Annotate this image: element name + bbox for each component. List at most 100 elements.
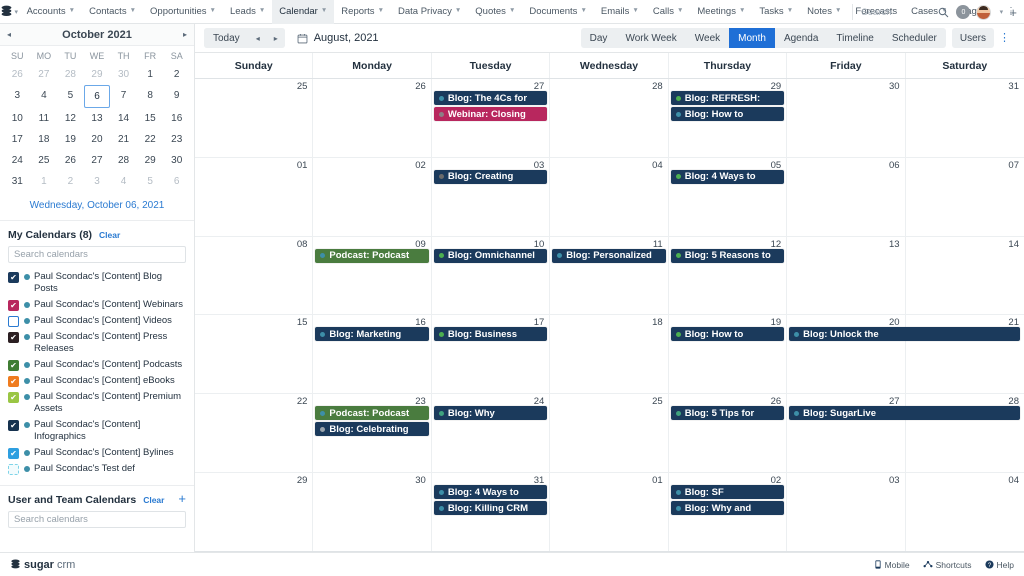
day-cell[interactable]: 27 Blog: SugarLive xyxy=(787,394,1020,473)
profile-chevron-down-icon[interactable]: ▾ xyxy=(993,8,1009,16)
calendar-event-pill[interactable]: Blog: Why and xyxy=(670,501,785,516)
day-cell[interactable]: 28 xyxy=(550,79,669,157)
search-icon[interactable] xyxy=(933,0,953,24)
nav-item-data-privacy[interactable]: Data Privacy ▼ xyxy=(391,0,468,24)
day-cell[interactable]: 13 xyxy=(787,236,906,315)
minicalendar-day[interactable]: 8 xyxy=(137,85,164,108)
nav-item-meetings[interactable]: Meetings ▼ xyxy=(690,0,752,24)
day-cell[interactable]: 06 xyxy=(787,157,906,236)
minicalendar-day[interactable]: 26 xyxy=(57,150,84,171)
view-button-timeline[interactable]: Timeline xyxy=(827,28,882,48)
calendar-checkbox[interactable]: ✔ xyxy=(8,272,19,283)
minicalendar-day[interactable]: 21 xyxy=(110,129,137,150)
minicalendar-day[interactable]: 28 xyxy=(110,150,137,171)
calendar-checkbox[interactable]: ✔ xyxy=(8,448,19,459)
chevron-down-icon[interactable]: ▼ xyxy=(321,8,327,15)
view-button-work-week[interactable]: Work Week xyxy=(616,28,685,48)
chevron-down-icon[interactable]: ▼ xyxy=(378,8,384,15)
minicalendar-day[interactable]: 4 xyxy=(110,171,137,192)
view-button-week[interactable]: Week xyxy=(686,28,729,48)
nav-item-tasks[interactable]: Tasks ▼ xyxy=(752,0,800,24)
minicalendar-day[interactable]: 20 xyxy=(84,129,111,150)
today-button[interactable]: Today xyxy=(204,28,249,48)
minicalendar-day[interactable]: 2 xyxy=(163,64,190,85)
day-cell[interactable]: 16 Blog: Marketing xyxy=(313,315,432,394)
quick-create-button[interactable]: + xyxy=(1009,5,1024,20)
nav-item-calls[interactable]: Calls ▼ xyxy=(646,0,691,24)
day-cell[interactable]: 31 xyxy=(906,79,1024,157)
day-cell[interactable]: 31 Blog: 4 Ways to Blog: Killing CRM xyxy=(432,473,551,551)
calendar-checkbox[interactable]: ✔ xyxy=(8,300,19,311)
minicalendar-day[interactable]: 2 xyxy=(57,171,84,192)
nav-item-opportunities[interactable]: Opportunities ▼ xyxy=(143,0,223,24)
calendar-event-pill[interactable]: Blog: Celebrating xyxy=(315,422,429,437)
minicalendar-day[interactable]: 5 xyxy=(137,171,164,192)
day-cell[interactable]: 25 xyxy=(195,79,314,157)
day-cell[interactable]: 15 xyxy=(195,315,314,394)
calendar-list-item[interactable]: ✔ Paul Scondac's [Content] Press Releases xyxy=(0,329,194,357)
minicalendar-day[interactable]: 12 xyxy=(57,108,84,129)
day-cell[interactable]: 05 Blog: 4 Ways to xyxy=(669,157,788,236)
calendar-event-pill[interactable]: Blog: Personalized xyxy=(552,248,666,263)
calendar-list-item[interactable]: ✔ Paul Scondac's [Content] Podcasts xyxy=(0,357,194,373)
calendar-event-pill[interactable]: Blog: 5 Reasons to xyxy=(670,248,785,263)
calendar-checkbox[interactable]: ✔ xyxy=(8,392,19,403)
calendar-event-pill[interactable]: Blog: REFRESH: xyxy=(670,91,785,105)
day-cell[interactable]: 10 Blog: Omnichannel xyxy=(432,236,551,315)
nav-item-contacts[interactable]: Contacts ▼ xyxy=(82,0,143,24)
minicalendar-day[interactable]: 19 xyxy=(57,129,84,150)
chevron-down-icon[interactable]: ▼ xyxy=(632,8,638,15)
calendar-list-item[interactable]: Paul Scondac's [Content] Videos xyxy=(0,313,194,329)
calendar-event-pill[interactable]: Blog: 4 Ways to xyxy=(433,485,548,500)
footer-link-help[interactable]: ? Help xyxy=(984,560,1014,570)
day-cell[interactable]: 25 xyxy=(550,394,669,473)
nav-item-accounts[interactable]: Accounts ▼ xyxy=(20,0,83,24)
chevron-down-icon[interactable]: ▼ xyxy=(677,8,683,15)
calendar-list-item[interactable]: ✔ Paul Scondac's [Content] Premium Assets xyxy=(0,389,194,417)
minicalendar-day[interactable]: 3 xyxy=(84,171,111,192)
selected-date-label[interactable]: Wednesday, October 06, 2021 xyxy=(0,192,194,221)
day-cell[interactable]: 09 Podcast: Podcast xyxy=(313,236,432,315)
chevron-down-icon[interactable]: ▼ xyxy=(210,8,216,15)
next-period-button[interactable]: ▸ xyxy=(266,28,285,48)
calendar-event-pill[interactable]: Blog: How to xyxy=(670,107,785,121)
minicalendar-day[interactable]: 29 xyxy=(137,150,164,171)
calendar-event-pill[interactable]: Blog: Killing CRM xyxy=(433,501,548,516)
day-cell[interactable]: 14 xyxy=(906,237,1024,315)
minicalendar-day[interactable]: 30 xyxy=(110,64,137,85)
minicalendar-day[interactable]: 27 xyxy=(31,64,58,85)
day-cell[interactable]: 22 xyxy=(195,394,314,473)
my-calendars-search-input[interactable]: Search calendars xyxy=(8,246,186,263)
calendar-event-pill[interactable]: Blog: The 4Cs for xyxy=(433,91,548,105)
day-cell[interactable]: 12 Blog: 5 Reasons to xyxy=(669,236,788,315)
calendar-checkbox[interactable] xyxy=(8,464,19,475)
minicalendar-day[interactable]: 18 xyxy=(31,129,58,150)
calendar-list-item[interactable]: ✔ Paul Scondac's [Content] Bylines xyxy=(0,445,194,461)
chevron-down-icon[interactable]: ▼ xyxy=(580,8,586,15)
calendar-list-item[interactable]: Paul Scondac's Test def xyxy=(0,461,194,477)
search-input[interactable]: Search xyxy=(861,7,933,18)
nav-item-reports[interactable]: Reports ▼ xyxy=(334,0,391,24)
minicalendar-next-icon[interactable]: ▸ xyxy=(183,30,187,39)
prev-period-button[interactable]: ◂ xyxy=(248,28,267,48)
day-cell[interactable]: 11 Blog: Personalized xyxy=(550,236,669,315)
calendar-checkbox[interactable]: ✔ xyxy=(8,332,19,343)
chevron-down-icon[interactable]: ▼ xyxy=(130,8,136,15)
day-cell[interactable]: 23 Podcast: Podcast Blog: Celebrating xyxy=(313,394,432,473)
calendar-checkbox[interactable]: ✔ xyxy=(8,420,19,431)
day-cell[interactable]: 29 Blog: REFRESH: Blog: How to xyxy=(669,79,788,157)
user-avatar[interactable] xyxy=(973,0,993,24)
day-cell[interactable]: 04 xyxy=(550,157,669,236)
day-cell[interactable]: 08 xyxy=(195,236,314,315)
view-button-day[interactable]: Day xyxy=(581,28,617,48)
day-cell[interactable]: 03 Blog: Creating xyxy=(432,157,551,236)
minicalendar-day[interactable]: 26 xyxy=(4,64,31,85)
nav-item-calendar[interactable]: Calendar ▼ xyxy=(272,0,335,24)
view-button-month[interactable]: Month xyxy=(729,28,775,48)
calendar-checkbox[interactable] xyxy=(8,316,19,327)
day-cell[interactable]: 26 Blog: 5 Tips for xyxy=(669,394,788,473)
minicalendar-day[interactable]: 15 xyxy=(137,108,164,129)
view-button-agenda[interactable]: Agenda xyxy=(775,28,827,48)
day-cell[interactable]: 26 xyxy=(313,79,432,157)
minicalendar-day[interactable]: 6 xyxy=(83,85,111,108)
